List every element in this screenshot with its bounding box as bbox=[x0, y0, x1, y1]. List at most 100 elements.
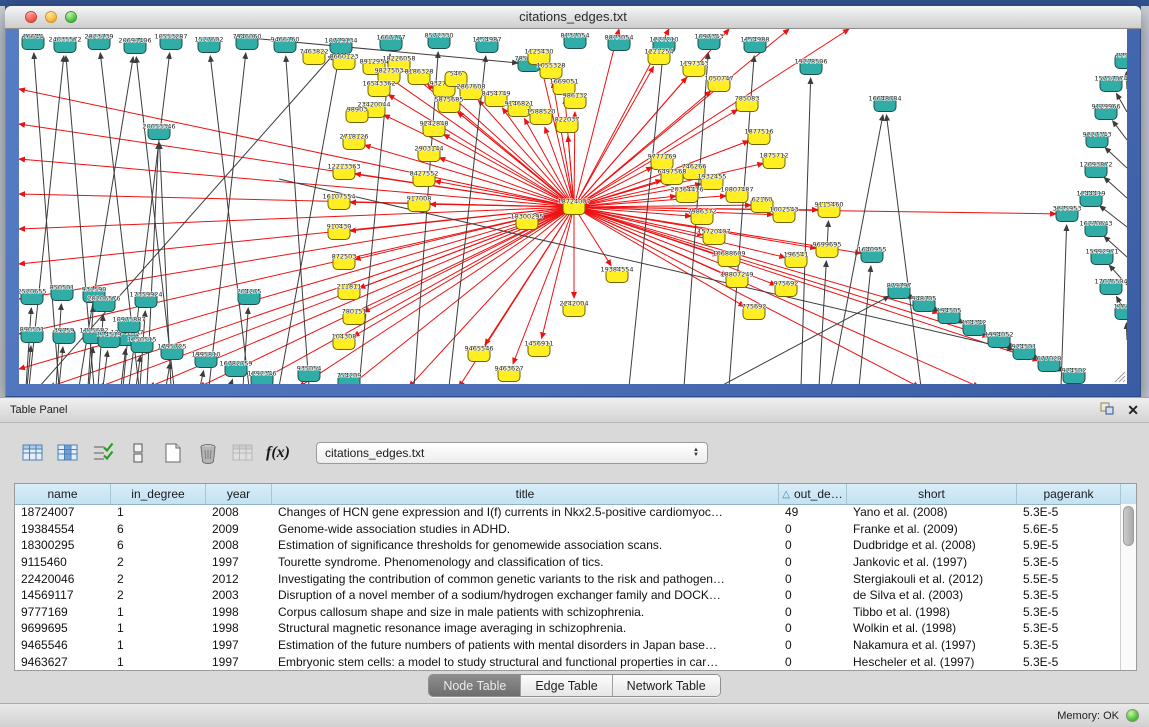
network-node[interactable]: 879197 bbox=[887, 282, 912, 299]
table-cell[interactable]: 49 bbox=[779, 505, 847, 519]
table-cell[interactable]: 0 bbox=[779, 655, 847, 669]
table-cell[interactable]: Stergiakouli et al. (2012) bbox=[847, 572, 1017, 586]
table-scrollbar[interactable] bbox=[1120, 504, 1136, 670]
table-cell[interactable]: 5.3E-5 bbox=[1017, 621, 1121, 635]
network-node[interactable]: 19384554 bbox=[600, 266, 633, 283]
row-height-icon[interactable] bbox=[125, 440, 151, 466]
network-node[interactable]: 1456911 bbox=[525, 340, 554, 357]
table-cell[interactable]: 18724007 bbox=[15, 505, 111, 519]
network-node[interactable]: 975692 bbox=[774, 280, 799, 297]
table-cell[interactable]: 2 bbox=[111, 555, 206, 569]
network-node[interactable]: 3215953 bbox=[1053, 205, 1082, 222]
network-node[interactable]: 9699695 bbox=[813, 241, 842, 258]
network-node[interactable]: 850501 bbox=[50, 284, 75, 301]
network-node[interactable]: 10553287 bbox=[154, 33, 187, 50]
column-header-pagerank[interactable]: pagerank bbox=[1017, 484, 1121, 504]
network-node[interactable]: 17359924 bbox=[129, 291, 162, 308]
table-cell[interactable]: 9699695 bbox=[15, 621, 111, 635]
network-node[interactable]: 9129966 bbox=[1092, 103, 1121, 120]
network-node[interactable]: 890501 bbox=[20, 326, 45, 343]
table-selector-dropdown[interactable]: citations_edges.txt ▲▼ bbox=[316, 442, 708, 464]
table-cell[interactable]: 5.3E-5 bbox=[1017, 605, 1121, 619]
network-node[interactable]: 2718126 bbox=[340, 133, 369, 150]
network-node[interactable]: 1640955 bbox=[858, 246, 887, 263]
table-cell[interactable]: 2008 bbox=[206, 505, 272, 519]
table-cell[interactable]: Hescheler et al. (1997) bbox=[847, 655, 1017, 669]
import-table-icon[interactable] bbox=[230, 440, 256, 466]
table-cell[interactable]: Tourette syndrome. Phenomenology and cla… bbox=[272, 555, 779, 569]
table-row[interactable]: 2242004622012Investigating the contribut… bbox=[15, 570, 1121, 587]
network-node[interactable]: 9465546 bbox=[465, 345, 494, 362]
network-node[interactable]: 1795725 bbox=[158, 343, 187, 360]
network-node[interactable]: 196541 bbox=[784, 251, 809, 268]
table-settings-icon[interactable] bbox=[20, 440, 46, 466]
network-node[interactable]: 872503 bbox=[332, 253, 357, 270]
function-builder-icon[interactable]: f(x) bbox=[265, 440, 291, 466]
network-node[interactable]: 1154988 bbox=[741, 36, 770, 53]
network-node[interactable]: 677020 bbox=[1037, 355, 1062, 372]
table-cell[interactable]: 1 bbox=[111, 655, 206, 669]
network-node[interactable]: 780151 bbox=[342, 308, 367, 325]
table-cell[interactable]: 14569117 bbox=[15, 588, 111, 602]
network-node[interactable]: 98903 bbox=[346, 106, 368, 123]
table-cell[interactable]: 2 bbox=[111, 572, 206, 586]
table-cell[interactable]: Changes of HCN gene expression and I(f) … bbox=[272, 505, 779, 519]
network-node[interactable]: 1221254 bbox=[645, 48, 674, 65]
network-node[interactable]: 1875712 bbox=[760, 152, 789, 169]
table-cell[interactable]: Nakamura et al. (1997) bbox=[847, 638, 1017, 652]
network-node[interactable]: 7463822 bbox=[300, 48, 329, 65]
network-node[interactable]: 775692 bbox=[742, 303, 767, 320]
tab-network-table[interactable]: Network Table bbox=[613, 675, 720, 696]
network-node[interactable]: 20691406 bbox=[118, 37, 151, 54]
tab-node-table[interactable]: Node Table bbox=[429, 675, 521, 696]
table-row[interactable]: 1938455462009Genome-wide association stu… bbox=[15, 521, 1121, 538]
table-cell[interactable]: 2012 bbox=[206, 572, 272, 586]
resize-grip-icon[interactable] bbox=[1112, 369, 1126, 383]
network-node[interactable]: 1995810 bbox=[192, 351, 221, 368]
table-cell[interactable]: de Silva et al. (2003) bbox=[847, 588, 1017, 602]
network-node[interactable]: 16648784 bbox=[868, 95, 901, 112]
memory-status-icon[interactable] bbox=[1126, 709, 1139, 722]
table-cell[interactable]: 1997 bbox=[206, 655, 272, 669]
table-cell[interactable]: 1 bbox=[111, 505, 206, 519]
table-cell[interactable]: 0 bbox=[779, 555, 847, 569]
network-node[interactable]: 9466160 bbox=[271, 36, 300, 53]
table-row[interactable]: 969969511998Structural magnetic resonanc… bbox=[15, 620, 1121, 637]
network-node[interactable]: 24035572 bbox=[48, 36, 81, 53]
table-cell[interactable]: Embryonic stem cells: a model to study s… bbox=[272, 655, 779, 669]
network-node[interactable]: 1527602 bbox=[195, 36, 224, 53]
table-cell[interactable]: 2008 bbox=[206, 538, 272, 552]
table-cell[interactable]: 5.3E-5 bbox=[1017, 588, 1121, 602]
table-cell[interactable]: Corpus callosum shape and size in male p… bbox=[272, 605, 779, 619]
network-node[interactable]: 1667177 bbox=[377, 34, 406, 51]
network-node[interactable]: 104308 bbox=[332, 333, 357, 350]
table-cell[interactable]: 9115460 bbox=[15, 555, 111, 569]
tab-edge-table[interactable]: Edge Table bbox=[521, 675, 612, 696]
network-node[interactable]: 9463627 bbox=[495, 365, 524, 382]
network-node[interactable]: 11548 bbox=[1115, 52, 1127, 69]
network-node[interactable]: 12093872 bbox=[1079, 161, 1112, 178]
table-cell[interactable]: Investigating the contribution of common… bbox=[272, 572, 779, 586]
column-header-name[interactable]: name bbox=[15, 484, 111, 504]
table-cell[interactable]: 1998 bbox=[206, 621, 272, 635]
table-cell[interactable]: Structural magnetic resonance image aver… bbox=[272, 621, 779, 635]
table-cell[interactable]: Estimation of the future numbers of pati… bbox=[272, 638, 779, 652]
network-node[interactable]: 194505 bbox=[937, 307, 962, 324]
column-header-short[interactable]: short bbox=[847, 484, 1017, 504]
select-rows-icon[interactable] bbox=[90, 440, 116, 466]
table-cell[interactable]: Disruption of a novel member of a sodium… bbox=[272, 588, 779, 602]
network-node[interactable]: 6497568 bbox=[658, 168, 687, 185]
network-node[interactable]: 8813054 bbox=[605, 34, 634, 51]
table-cell[interactable]: Franke et al. (2009) bbox=[847, 522, 1017, 536]
network-node[interactable]: 1588520 bbox=[527, 108, 556, 125]
table-cell[interactable]: 0 bbox=[779, 538, 847, 552]
new-table-icon[interactable] bbox=[160, 440, 186, 466]
network-node[interactable]: 20053346 bbox=[142, 123, 175, 140]
table-row[interactable]: 1872400712008Changes of HCN gene express… bbox=[15, 504, 1121, 521]
minimize-window-button[interactable] bbox=[45, 11, 57, 23]
network-node[interactable]: 2520655 bbox=[19, 288, 46, 305]
network-node[interactable]: 15751074 bbox=[1094, 75, 1127, 92]
table-cell[interactable]: 5.3E-5 bbox=[1017, 638, 1121, 652]
table-cell[interactable]: 5.3E-5 bbox=[1017, 505, 1121, 519]
table-cell[interactable]: 6 bbox=[111, 538, 206, 552]
